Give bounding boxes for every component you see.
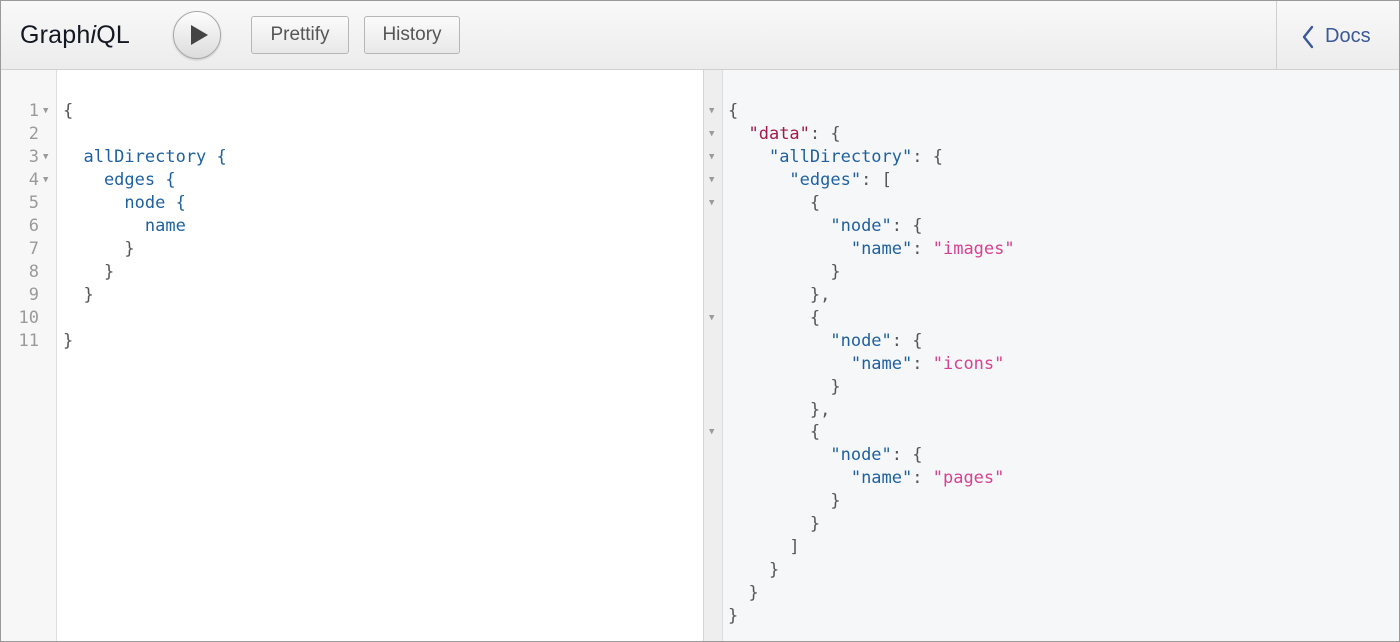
result-line: ]: [728, 537, 800, 557]
execute-button[interactable]: [173, 11, 221, 59]
toolbar: GraphiQL Prettify History Docs: [1, 1, 1399, 70]
query-line: allDirectory {: [63, 147, 227, 167]
result-line: {: [728, 308, 821, 328]
result-line: }: [728, 606, 739, 626]
result-viewer: ▼ ▼ ▼ ▼ ▼ ▼ ▼ { "data": { "allDirectory"…: [704, 70, 1399, 641]
result-line: {: [728, 101, 739, 121]
fold-arrow-icon[interactable]: ▼: [709, 100, 714, 123]
result-line: }: [728, 377, 841, 397]
query-line: edges {: [63, 170, 176, 190]
fold-arrow-icon[interactable]: ▼: [709, 146, 714, 169]
line-number: 1: [28, 101, 39, 121]
result-line: "node": {: [830, 445, 923, 465]
line-number: 10: [18, 308, 39, 328]
docs-label: Docs: [1325, 25, 1371, 47]
result-line: },: [728, 400, 831, 420]
line-number: 9: [28, 285, 39, 305]
query-line: }: [63, 262, 115, 282]
query-line: name: [63, 216, 186, 236]
result-line: }: [728, 262, 841, 282]
query-line: node {: [63, 193, 186, 213]
line-number: 4: [28, 170, 39, 190]
fold-arrow-icon[interactable]: ▼: [709, 421, 714, 444]
line-number: 6: [28, 216, 39, 236]
fold-arrow-icon[interactable]: ▼: [43, 100, 48, 123]
result-line: "allDirectory": {: [768, 147, 943, 167]
prettify-button[interactable]: Prettify: [251, 16, 349, 54]
docs-button[interactable]: Docs: [1276, 1, 1399, 69]
line-number: 2: [28, 124, 39, 144]
result-line: }: [728, 560, 780, 580]
fold-arrow-icon[interactable]: ▼: [709, 307, 714, 330]
result-line: {: [728, 193, 821, 213]
result-line: "node": {: [830, 216, 923, 236]
result-line: "edges": [: [789, 170, 892, 190]
result-line: }: [728, 583, 759, 603]
app-title-suffix: QL: [96, 21, 130, 49]
line-number: 8: [28, 262, 39, 282]
query-line: {: [63, 101, 74, 121]
line-number: 5: [28, 193, 39, 213]
query-line: }: [63, 239, 135, 259]
fold-arrow-icon[interactable]: ▼: [709, 123, 714, 146]
fold-arrow-icon[interactable]: ▼: [709, 169, 714, 192]
history-button[interactable]: History: [364, 16, 460, 54]
result-line: "name": "images": [850, 239, 1015, 259]
line-number: 3: [28, 147, 39, 167]
fold-arrow-icon[interactable]: ▼: [43, 146, 48, 169]
fold-arrow-icon[interactable]: ▼: [43, 169, 48, 192]
query-editor[interactable]: 1 2 3 4 5 6 7 8 9 10 11 ▼ ▼ ▼ { allDirec…: [1, 70, 703, 641]
graphiql-window: GraphiQL Prettify History Docs 1 2 3 4 5…: [0, 0, 1400, 642]
play-icon: [191, 25, 208, 45]
result-line: },: [728, 285, 831, 305]
result-line: "name": "pages": [850, 468, 1005, 488]
line-number: 11: [18, 331, 39, 351]
fold-arrow-icon[interactable]: ▼: [709, 192, 714, 215]
result-line: }: [728, 491, 841, 511]
result-line: "data": {: [748, 124, 841, 144]
line-number: 7: [28, 239, 39, 259]
result-line: "name": "icons": [850, 354, 1005, 374]
chevron-left-icon: [1302, 25, 1314, 49]
result-line: }: [728, 514, 821, 534]
result-line: {: [728, 422, 821, 442]
app-title-prefix: Graph: [20, 21, 91, 49]
app-title: GraphiQL: [20, 21, 130, 50]
result-line: "node": {: [830, 331, 923, 351]
query-line: }: [63, 285, 94, 305]
query-line: }: [63, 331, 74, 351]
